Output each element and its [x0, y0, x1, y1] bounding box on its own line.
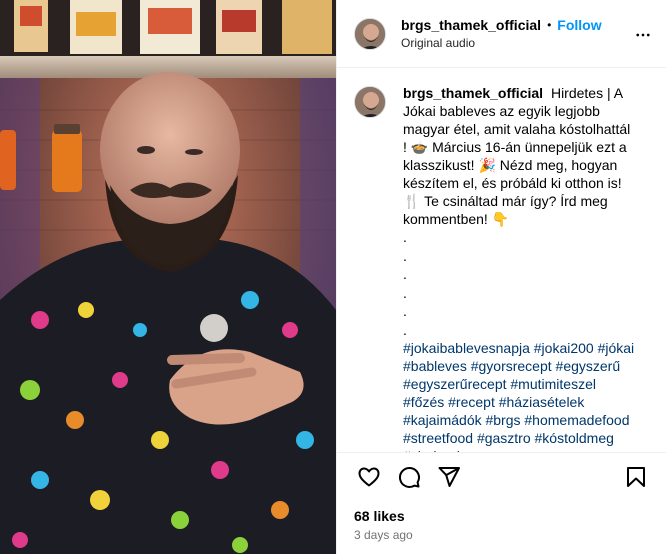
- caption-dot: .: [403, 321, 407, 338]
- caption-text: brgs_thamek_official Hirdetes | A Jókai …: [403, 84, 637, 228]
- share-icon[interactable]: [429, 457, 469, 497]
- follow-button[interactable]: Follow: [557, 17, 601, 33]
- caption-dot: .: [403, 229, 407, 245]
- author-line: brgs_thamek_official • Follow: [401, 17, 602, 33]
- avatar-image: [355, 18, 385, 49]
- author-avatar[interactable]: [354, 17, 386, 50]
- bookmark-icon[interactable]: [616, 457, 656, 497]
- heart-icon[interactable]: [349, 457, 389, 497]
- caption-hashtags[interactable]: #jokaibablevesnapja #jokai200 #jókai #ba…: [403, 339, 637, 452]
- instagram-post: brgs_thamek_official • Follow Original a…: [0, 0, 666, 554]
- caption-dot: .: [403, 247, 407, 264]
- more-options-icon[interactable]: [634, 26, 652, 49]
- separator-dot: •: [547, 18, 552, 32]
- post-side-panel: brgs_thamek_official • Follow Original a…: [336, 0, 666, 554]
- avatar-image: [355, 87, 385, 117]
- audio-link[interactable]: Original audio: [401, 36, 602, 50]
- comments-area[interactable]: brgs_thamek_official Hirdetes | A Jókai …: [337, 68, 666, 452]
- action-bar: [337, 452, 666, 500]
- caption-avatar[interactable]: [354, 86, 386, 118]
- caption-username[interactable]: brgs_thamek_official: [403, 85, 543, 101]
- caption-row: brgs_thamek_official Hirdetes | A Jókai …: [354, 84, 654, 228]
- post-date[interactable]: 3 days ago: [337, 524, 666, 554]
- likes-count[interactable]: 68 likes: [337, 500, 666, 524]
- video-frame: [0, 0, 336, 554]
- author-info: brgs_thamek_official • Follow Original a…: [401, 17, 602, 50]
- caption-body: Hirdetes | A Jókai bableves az egyik leg…: [403, 85, 635, 227]
- post-header: brgs_thamek_official • Follow Original a…: [337, 0, 666, 68]
- caption-dot: .: [403, 284, 407, 301]
- caption-dot: .: [403, 266, 407, 282]
- caption-dot: .: [403, 303, 407, 319]
- comment-icon[interactable]: [389, 457, 429, 497]
- caption-dots: . . . . . .: [403, 228, 654, 339]
- post-video[interactable]: [0, 0, 336, 554]
- author-username[interactable]: brgs_thamek_official: [401, 17, 541, 33]
